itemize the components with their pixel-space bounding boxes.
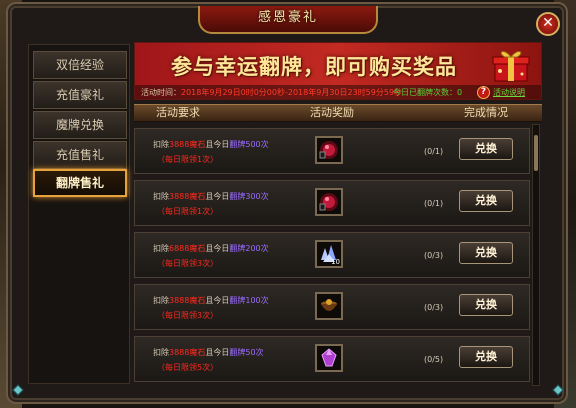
list-scrollbar[interactable]	[532, 124, 540, 386]
help-link[interactable]: 活动说明	[493, 85, 525, 99]
and-label: 且今日	[205, 296, 230, 305]
deduct-label: 扣除	[153, 348, 169, 357]
banner-title: 参与幸运翻牌，即可购买奖品	[171, 54, 457, 79]
sidebar-item-label: 充值售礼	[55, 148, 104, 162]
event-banner: 参与幸运翻牌，即可购买奖品 活动时间：2018年9月29日0时0分00秒-201…	[134, 42, 542, 100]
exchange-button[interactable]: 兑换	[459, 242, 513, 264]
sidebar-item-double-exp[interactable]: 双倍经验	[33, 51, 127, 79]
event-time-label: 活动时间：	[141, 88, 181, 97]
sidebar-item-label: 充值豪礼	[55, 88, 104, 102]
flip-requirement: 翻牌100次	[229, 296, 269, 305]
daily-limit: （每日限领1次）	[157, 155, 219, 164]
reward-slot[interactable]	[315, 136, 343, 164]
progress-count: (0/1)	[424, 199, 444, 208]
daily-limit: （每日限领1次）	[157, 207, 219, 216]
reward-slot[interactable]	[315, 344, 343, 372]
deduct-label: 扣除	[153, 192, 169, 201]
exchange-button[interactable]: 兑换	[459, 294, 513, 316]
exchange-button[interactable]: 兑换	[459, 346, 513, 368]
close-button[interactable]: ✕	[536, 12, 560, 36]
daily-limit: （每日限领3次）	[157, 311, 219, 320]
and-label: 且今日	[205, 192, 230, 201]
event-time: 活动时间：2018年9月29日0时0分00秒-2018年9月30日23时59分5…	[141, 85, 403, 99]
deduct-label: 扣除	[153, 140, 169, 149]
purple-gem-icon	[321, 348, 337, 367]
sidebar-item-recharge-sale[interactable]: 充值售礼	[33, 141, 127, 169]
sidebar-item-label: 魔牌兑换	[55, 118, 104, 132]
reward-slot[interactable]	[315, 188, 343, 216]
diamond-cost: 3888魔石	[169, 140, 206, 149]
diamond-cost: 3888魔石	[169, 348, 206, 357]
table-row: 扣除3888魔石且今日翻牌100次 （每日限领3次） (0/3) 兑换	[134, 284, 530, 330]
exchange-button[interactable]: 兑换	[459, 138, 513, 160]
flip-count-label: 今日已翻牌次数：	[393, 88, 457, 97]
flip-requirement: 翻牌300次	[229, 192, 269, 201]
sidebar-item-label: 双倍经验	[55, 58, 104, 72]
flip-requirement: 翻牌50次	[229, 348, 264, 357]
flip-count-value: 0	[457, 88, 463, 97]
requirement-text: 扣除6888魔石且今日翻牌200次	[153, 243, 269, 254]
help-icon[interactable]: ?	[477, 86, 490, 99]
daily-limit: （每日限领5次）	[157, 363, 219, 372]
deduct-label: 扣除	[153, 296, 169, 305]
red-orb-icon	[319, 141, 338, 159]
requirement-text: 扣除3888魔石且今日翻牌500次	[153, 139, 269, 150]
diamond-cost: 3888魔石	[169, 192, 206, 201]
exchange-button[interactable]: 兑换	[459, 190, 513, 212]
sidebar-item-flip-sale[interactable]: 翻牌售礼	[33, 169, 127, 197]
sidebar-item-recharge-gift[interactable]: 充值豪礼	[33, 81, 127, 109]
column-reward: 活动奖励	[310, 106, 354, 119]
reward-slot[interactable]: 10	[315, 240, 343, 268]
diamond-cost: 3888魔石	[169, 296, 206, 305]
deduct-label: 扣除	[153, 244, 169, 253]
reward-list: 扣除3888魔石且今日翻牌500次 （每日限领1次） (0/1) 兑换 扣除38…	[134, 124, 530, 386]
red-orb-icon	[319, 193, 338, 211]
table-row: 扣除3888魔石且今日翻牌500次 （每日限领1次） (0/1) 兑换	[134, 128, 530, 174]
requirement-text: 扣除3888魔石且今日翻牌50次	[153, 347, 264, 358]
reward-slot[interactable]	[315, 292, 343, 320]
table-row: 扣除6888魔石且今日翻牌200次 （每日限领3次） 10 (0/3) 兑换	[134, 232, 530, 278]
progress-count: (0/5)	[424, 355, 444, 364]
close-icon: ✕	[542, 15, 554, 31]
table-row: 扣除3888魔石且今日翻牌50次 （每日限领5次） (0/5) 兑换	[134, 336, 530, 382]
requirement-text: 扣除3888魔石且今日翻牌300次	[153, 191, 269, 202]
requirement-text: 扣除3888魔石且今日翻牌100次	[153, 295, 269, 306]
table-header: 活动要求 活动奖励 完成情况	[134, 104, 542, 122]
column-requirement: 活动要求	[156, 106, 200, 119]
window-title: 感恩豪礼	[257, 10, 318, 25]
window-title-bar: 感恩豪礼	[198, 6, 378, 34]
progress-count: (0/3)	[424, 303, 444, 312]
progress-count: (0/3)	[424, 251, 444, 260]
daily-limit: （每日限领3次）	[157, 259, 219, 268]
gold-bowl-icon	[321, 299, 337, 311]
gift-box-icon	[492, 51, 530, 82]
column-status: 完成情况	[464, 106, 508, 119]
item-quantity: 10	[331, 258, 340, 266]
event-info-bar: 活动时间：2018年9月29日0时0分00秒-2018年9月30日23时59分5…	[135, 85, 541, 99]
diamond-cost: 6888魔石	[169, 244, 206, 253]
and-label: 且今日	[205, 140, 230, 149]
sidebar-item-label: 翻牌售礼	[55, 176, 104, 190]
flip-count: 今日已翻牌次数：0	[393, 85, 463, 99]
table-row: 扣除3888魔石且今日翻牌300次 （每日限领1次） (0/1) 兑换	[134, 180, 530, 226]
progress-count: (0/1)	[424, 147, 444, 156]
sidebar: 双倍经验 充值豪礼 魔牌兑换 充值售礼 翻牌售礼	[28, 44, 130, 384]
sidebar-item-card-exchange[interactable]: 魔牌兑换	[33, 111, 127, 139]
and-label: 且今日	[205, 348, 230, 357]
scrollbar-thumb[interactable]	[534, 135, 538, 171]
event-time-value: 2018年9月29日0时0分00秒-2018年9月30日23时59分59秒	[181, 88, 403, 97]
and-label: 且今日	[205, 244, 230, 253]
flip-requirement: 翻牌200次	[229, 244, 269, 253]
flip-requirement: 翻牌500次	[229, 140, 269, 149]
